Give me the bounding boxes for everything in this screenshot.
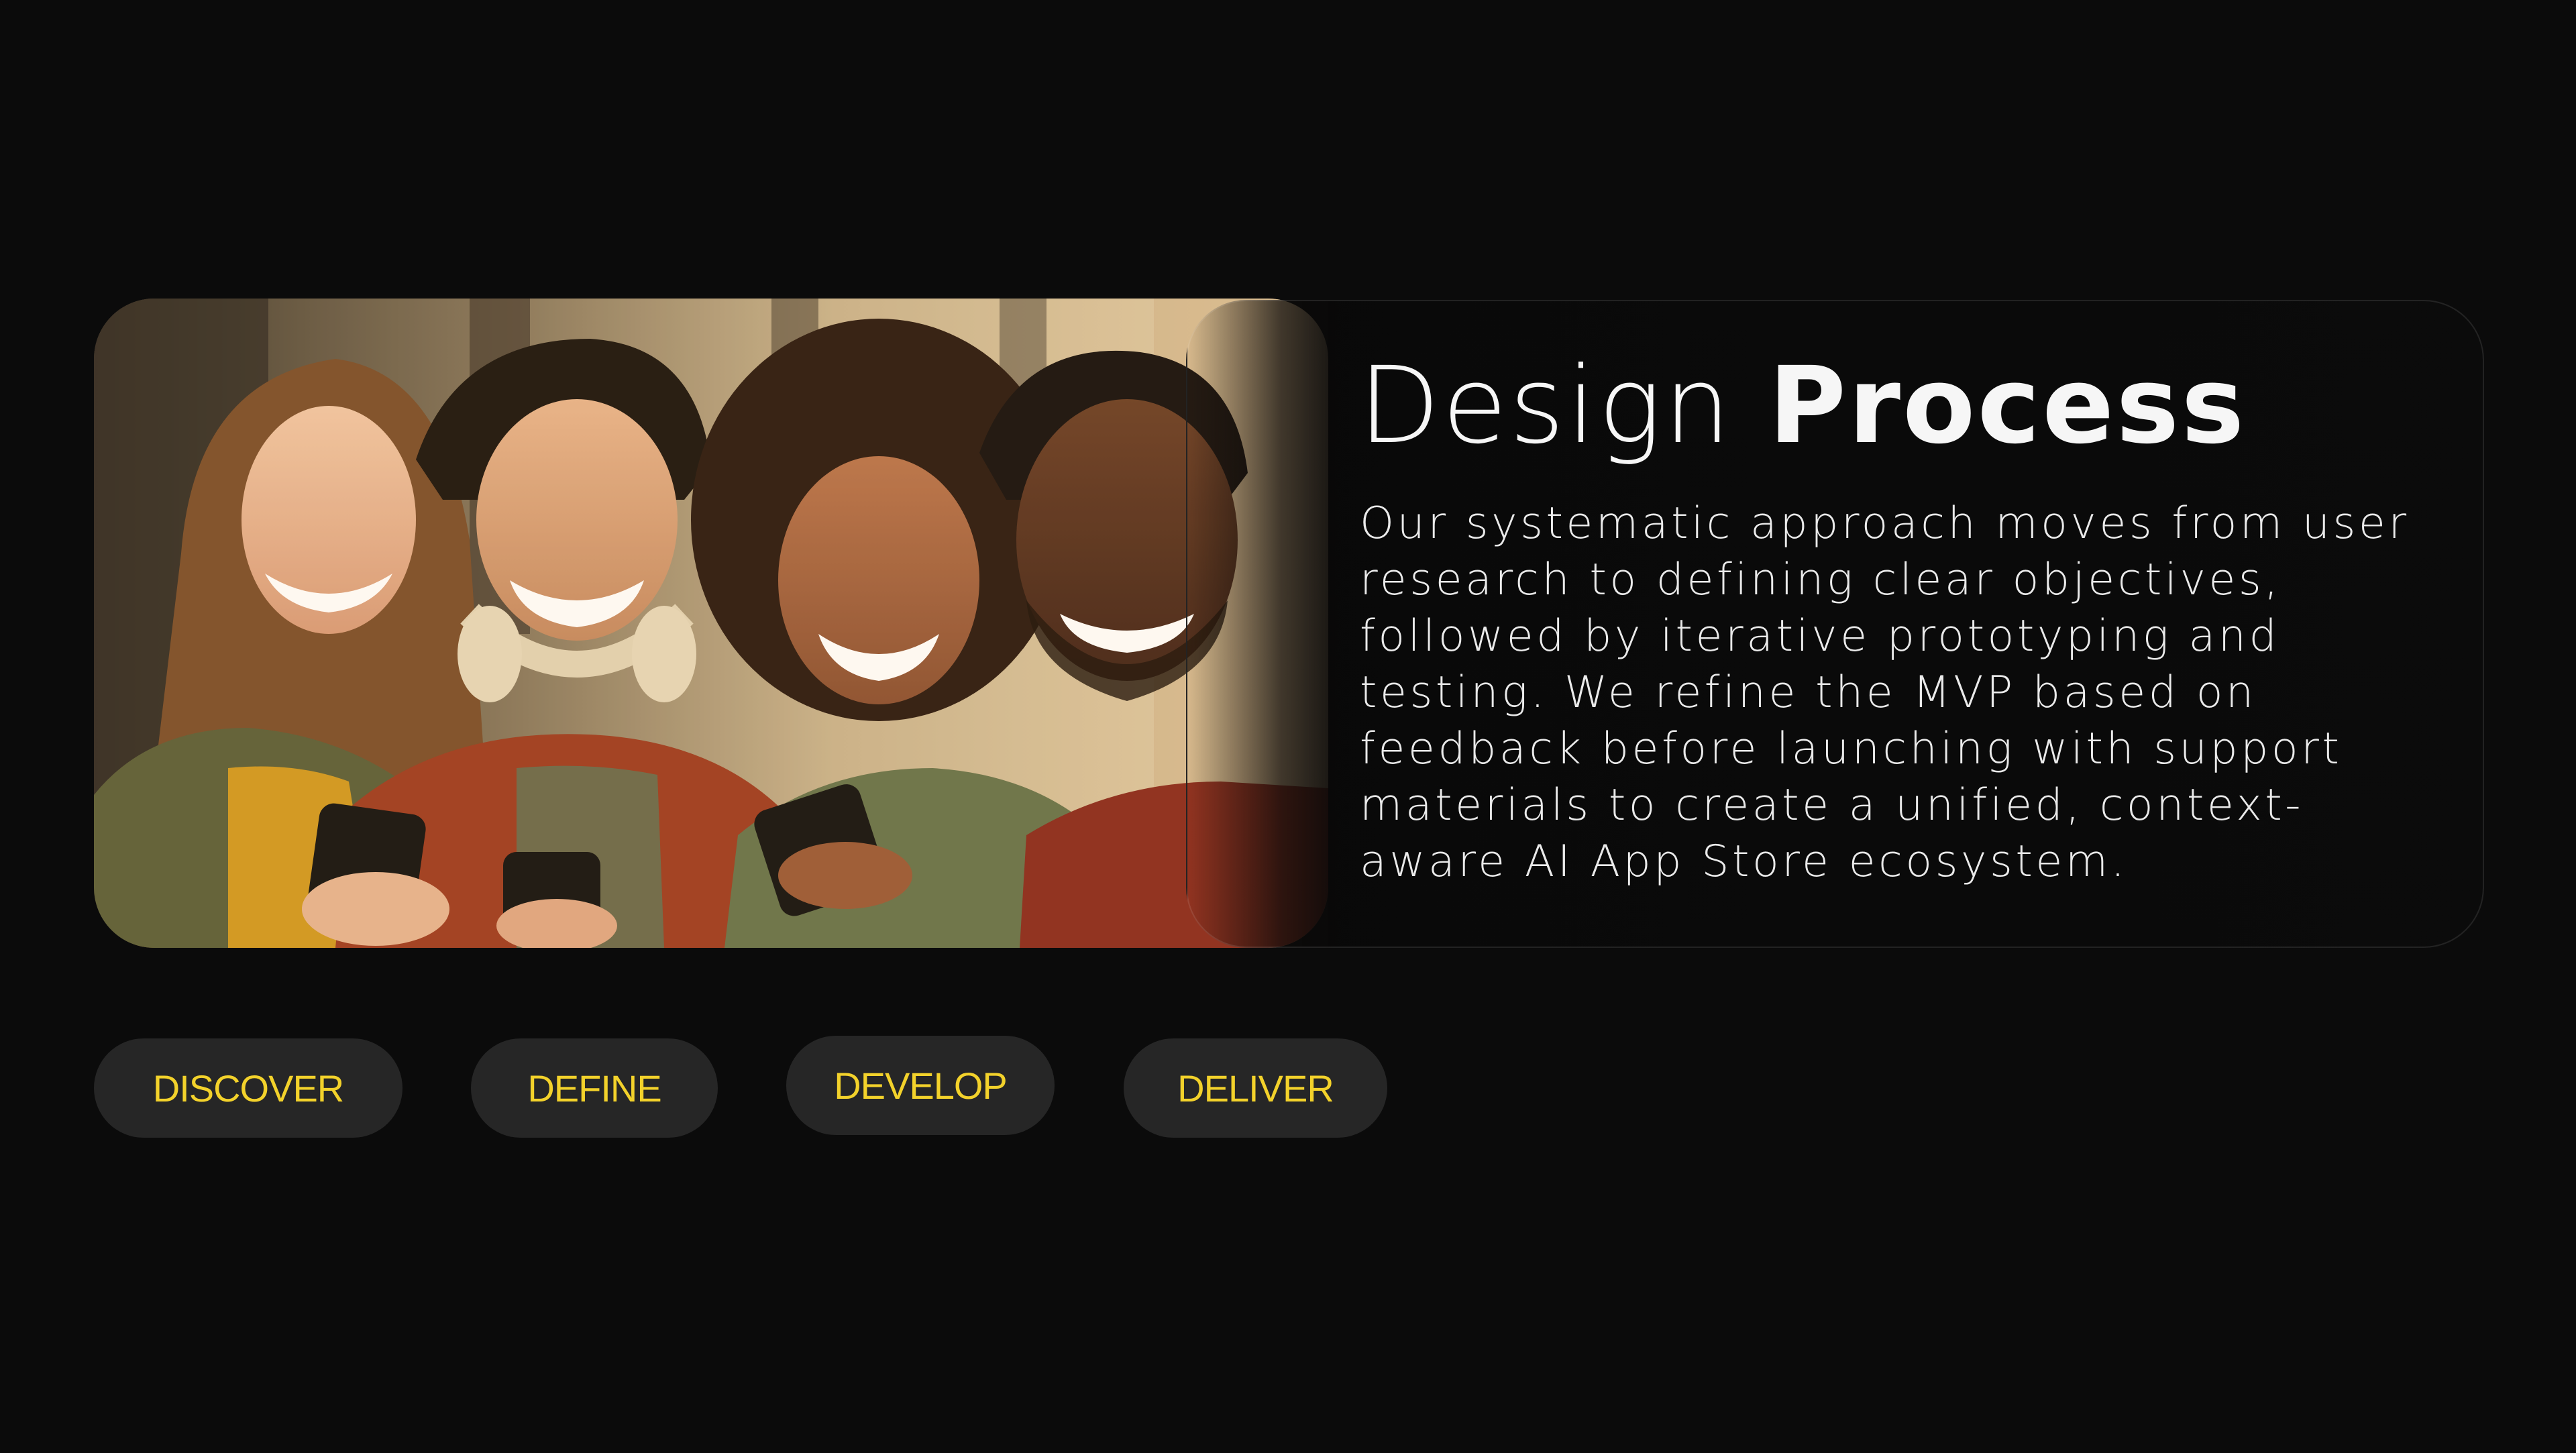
phase-pill-discover[interactable]: DISCOVER bbox=[94, 1038, 402, 1138]
process-description: Our systematic approach moves from user … bbox=[1360, 498, 2410, 887]
phase-pill-define[interactable]: DEFINE bbox=[471, 1038, 718, 1138]
design-process-slide: Design Process Our systematic approach m… bbox=[0, 0, 2576, 1453]
phase-pill-deliver[interactable]: DELIVER bbox=[1124, 1038, 1387, 1138]
hero-photo-illustration bbox=[94, 299, 1328, 948]
title-light-part: Design bbox=[1358, 344, 1769, 468]
page-title: Design Process bbox=[1358, 343, 2246, 470]
title-bold-part: Process bbox=[1768, 344, 2247, 468]
hero-photo bbox=[94, 299, 1328, 948]
phase-pill-develop[interactable]: DEVELOP bbox=[786, 1036, 1055, 1135]
design-process-card: Design Process Our systematic approach m… bbox=[1186, 300, 2484, 948]
